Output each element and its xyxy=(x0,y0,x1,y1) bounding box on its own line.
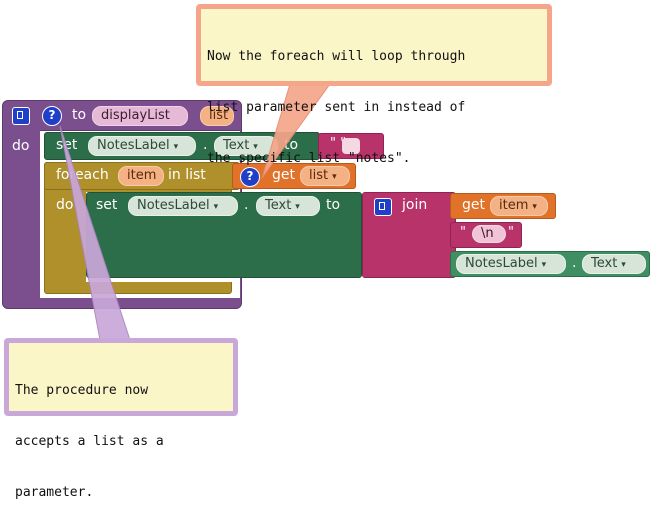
set2-component-name: NotesLabel xyxy=(137,198,210,213)
get-item-var-dropdown[interactable]: item ▾ xyxy=(490,196,548,216)
newline-close-quote: " xyxy=(508,225,514,240)
callout-top-line-3: the specific list "notes". xyxy=(207,151,411,166)
get-item-label: get xyxy=(462,197,485,213)
callout-top-line-1: Now the foreach will loop through xyxy=(207,49,466,64)
procedure-to-label: to xyxy=(72,107,87,123)
set2-property-name: Text xyxy=(265,198,292,213)
question-icon[interactable]: ? xyxy=(42,106,62,126)
callout-bottom-line-1: The procedure now xyxy=(15,383,149,398)
dropdown-triangle-icon: ▾ xyxy=(173,142,179,152)
set2-component-dropdown[interactable]: NotesLabel ▾ xyxy=(128,196,238,216)
newline-text-field[interactable]: \n xyxy=(472,225,506,243)
foreach-label: foreach xyxy=(56,167,109,183)
set2-to-label: to xyxy=(326,197,341,213)
set1-component-name: NotesLabel xyxy=(97,138,170,153)
dropdown-triangle-icon: ▾ xyxy=(295,202,300,212)
set2-dot: . xyxy=(244,197,249,213)
set1-component-dropdown[interactable]: NotesLabel ▾ xyxy=(88,136,196,156)
procedure-do-label: do xyxy=(12,138,30,154)
callout-top: Now the foreach will loop through list p… xyxy=(196,4,552,166)
foreach-do-label: do xyxy=(56,197,74,213)
get-item-var: item xyxy=(499,198,529,213)
getter-property-dropdown[interactable]: Text ▾ xyxy=(582,254,646,274)
dropdown-triangle-icon: ▾ xyxy=(532,202,537,212)
procedure-name-field[interactable]: displayList xyxy=(92,106,188,126)
mutator-icon[interactable] xyxy=(12,107,30,125)
getter-dot: . xyxy=(572,255,577,271)
foreach-var[interactable]: item xyxy=(118,166,164,186)
join-label: join xyxy=(402,197,428,213)
getter-component-name: NotesLabel xyxy=(465,256,538,271)
set2-property-dropdown[interactable]: Text ▾ xyxy=(256,196,320,216)
callout-top-line-2: list parameter sent in instead of xyxy=(207,100,466,115)
dropdown-triangle-icon: ▾ xyxy=(213,202,219,212)
set2-set-label: set xyxy=(96,197,118,213)
getter-property-name: Text xyxy=(591,256,618,271)
newline-open-quote: " xyxy=(460,225,466,240)
callout-bottom-line-2: accepts a list as a xyxy=(15,434,164,449)
getter-component-dropdown[interactable]: NotesLabel ▾ xyxy=(456,254,566,274)
set1-set-label: set xyxy=(56,137,78,153)
dropdown-triangle-icon: ▾ xyxy=(621,260,626,270)
callout-bottom-line-3: parameter. xyxy=(15,485,94,500)
mutator-icon[interactable] xyxy=(374,198,392,216)
dropdown-triangle-icon: ▾ xyxy=(541,260,547,270)
callout-bottom: The procedure now accepts a list as a pa… xyxy=(4,338,238,500)
foreach-in-list-label: in list xyxy=(168,167,206,183)
